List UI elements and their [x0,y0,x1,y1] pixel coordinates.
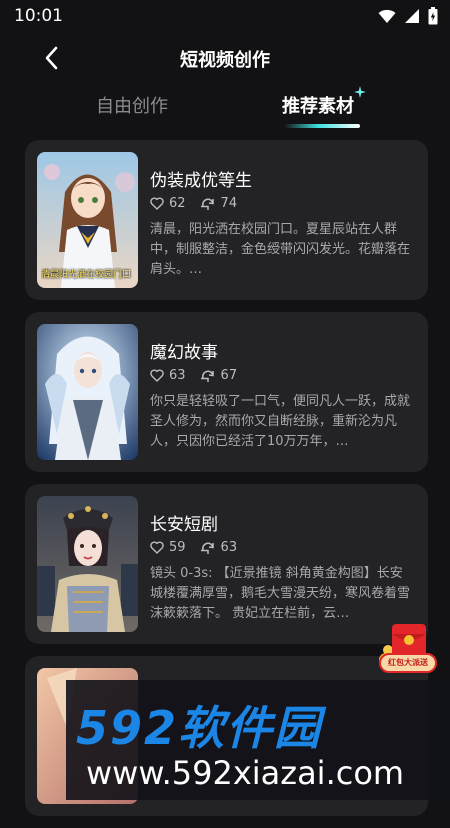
card-title: 魔幻故事 [150,343,218,363]
remix-icon [200,198,214,210]
wifi-icon [378,9,396,23]
app-header: 短视频创作 [0,36,450,80]
sparkle-icon [354,86,366,98]
fantasy-character-image [37,324,138,460]
use-count: 63 [220,540,238,555]
remix-icon [200,542,214,554]
card-thumbnail [37,496,138,632]
material-card[interactable]: 清晨阳光洒在校园门口 伪装成优等生 62 74 清晨，阳光洒在校园门口。夏星辰站… [25,140,428,300]
use-count: 67 [220,368,238,383]
watermark-url: www.592xiazai.com [86,754,405,792]
card-thumbnail: 清晨阳光洒在校园门口 [37,152,138,288]
battery-icon [428,7,438,25]
heart-icon [150,541,164,554]
red-envelope-badge[interactable]: 红包大派送 [378,620,438,678]
card-title: 伪装成优等生 [150,171,252,191]
card-stats: 59 63 [150,540,251,555]
heart-icon [150,369,164,382]
tab-label: 推荐素材 [282,96,354,117]
status-icons [378,7,438,25]
active-tab-indicator [284,124,360,128]
like-count: 59 [169,540,186,555]
tab-label: 自由创作 [96,96,168,117]
cellular-icon [405,9,419,23]
status-time: 10:01 [14,6,63,26]
ancient-consort-image [37,496,138,632]
tab-free-create[interactable]: 自由创作 [96,92,168,118]
use-count: 74 [220,196,238,211]
card-title: 长安短剧 [150,515,218,535]
site-watermark: 592软件园 www.592xiazai.com [66,680,450,800]
thumbnail-caption: 清晨阳光洒在校园门口 [41,270,132,280]
card-description: 你只是轻轻吸了一口气，便同凡人一跃，成就圣人修为，然而你又自断经脉，重新沦为凡人… [150,394,411,449]
like-count: 62 [169,196,186,211]
tab-recommended-material[interactable]: 推荐素材 [282,86,366,118]
badge-label: 红包大派送 [388,658,428,667]
status-bar: 10:01 [0,0,450,32]
material-card[interactable]: 长安短剧 59 63 镜头 0-3s: 【近景推镜 斜角黄金构图】长安城楼覆满厚… [25,484,428,644]
card-thumbnail [37,324,138,460]
card-description: 清晨，阳光洒在校园门口。夏星辰站在人群中，制服整洁，金色绶带闪闪发光。花瓣落在肩… [150,222,411,277]
material-card[interactable]: 魔幻故事 63 67 你只是轻轻吸了一口气，便同凡人一跃，成就圣人修为，然而你又… [25,312,428,472]
watermark-brand: 592软件园 [76,701,323,755]
page-title: 短视频创作 [180,50,270,71]
heart-icon [150,197,164,210]
like-count: 63 [169,368,186,383]
remix-icon [200,370,214,382]
card-stats: 62 74 [150,196,251,211]
card-stats: 63 67 [150,368,251,383]
card-description: 镜头 0-3s: 【近景推镜 斜角黄金构图】长安城楼覆满厚雪，鹅毛大雪漫天纷，寒… [150,566,411,621]
red-envelope-icon [379,624,437,673]
tab-bar: 自由创作 推荐素材 [0,84,450,130]
